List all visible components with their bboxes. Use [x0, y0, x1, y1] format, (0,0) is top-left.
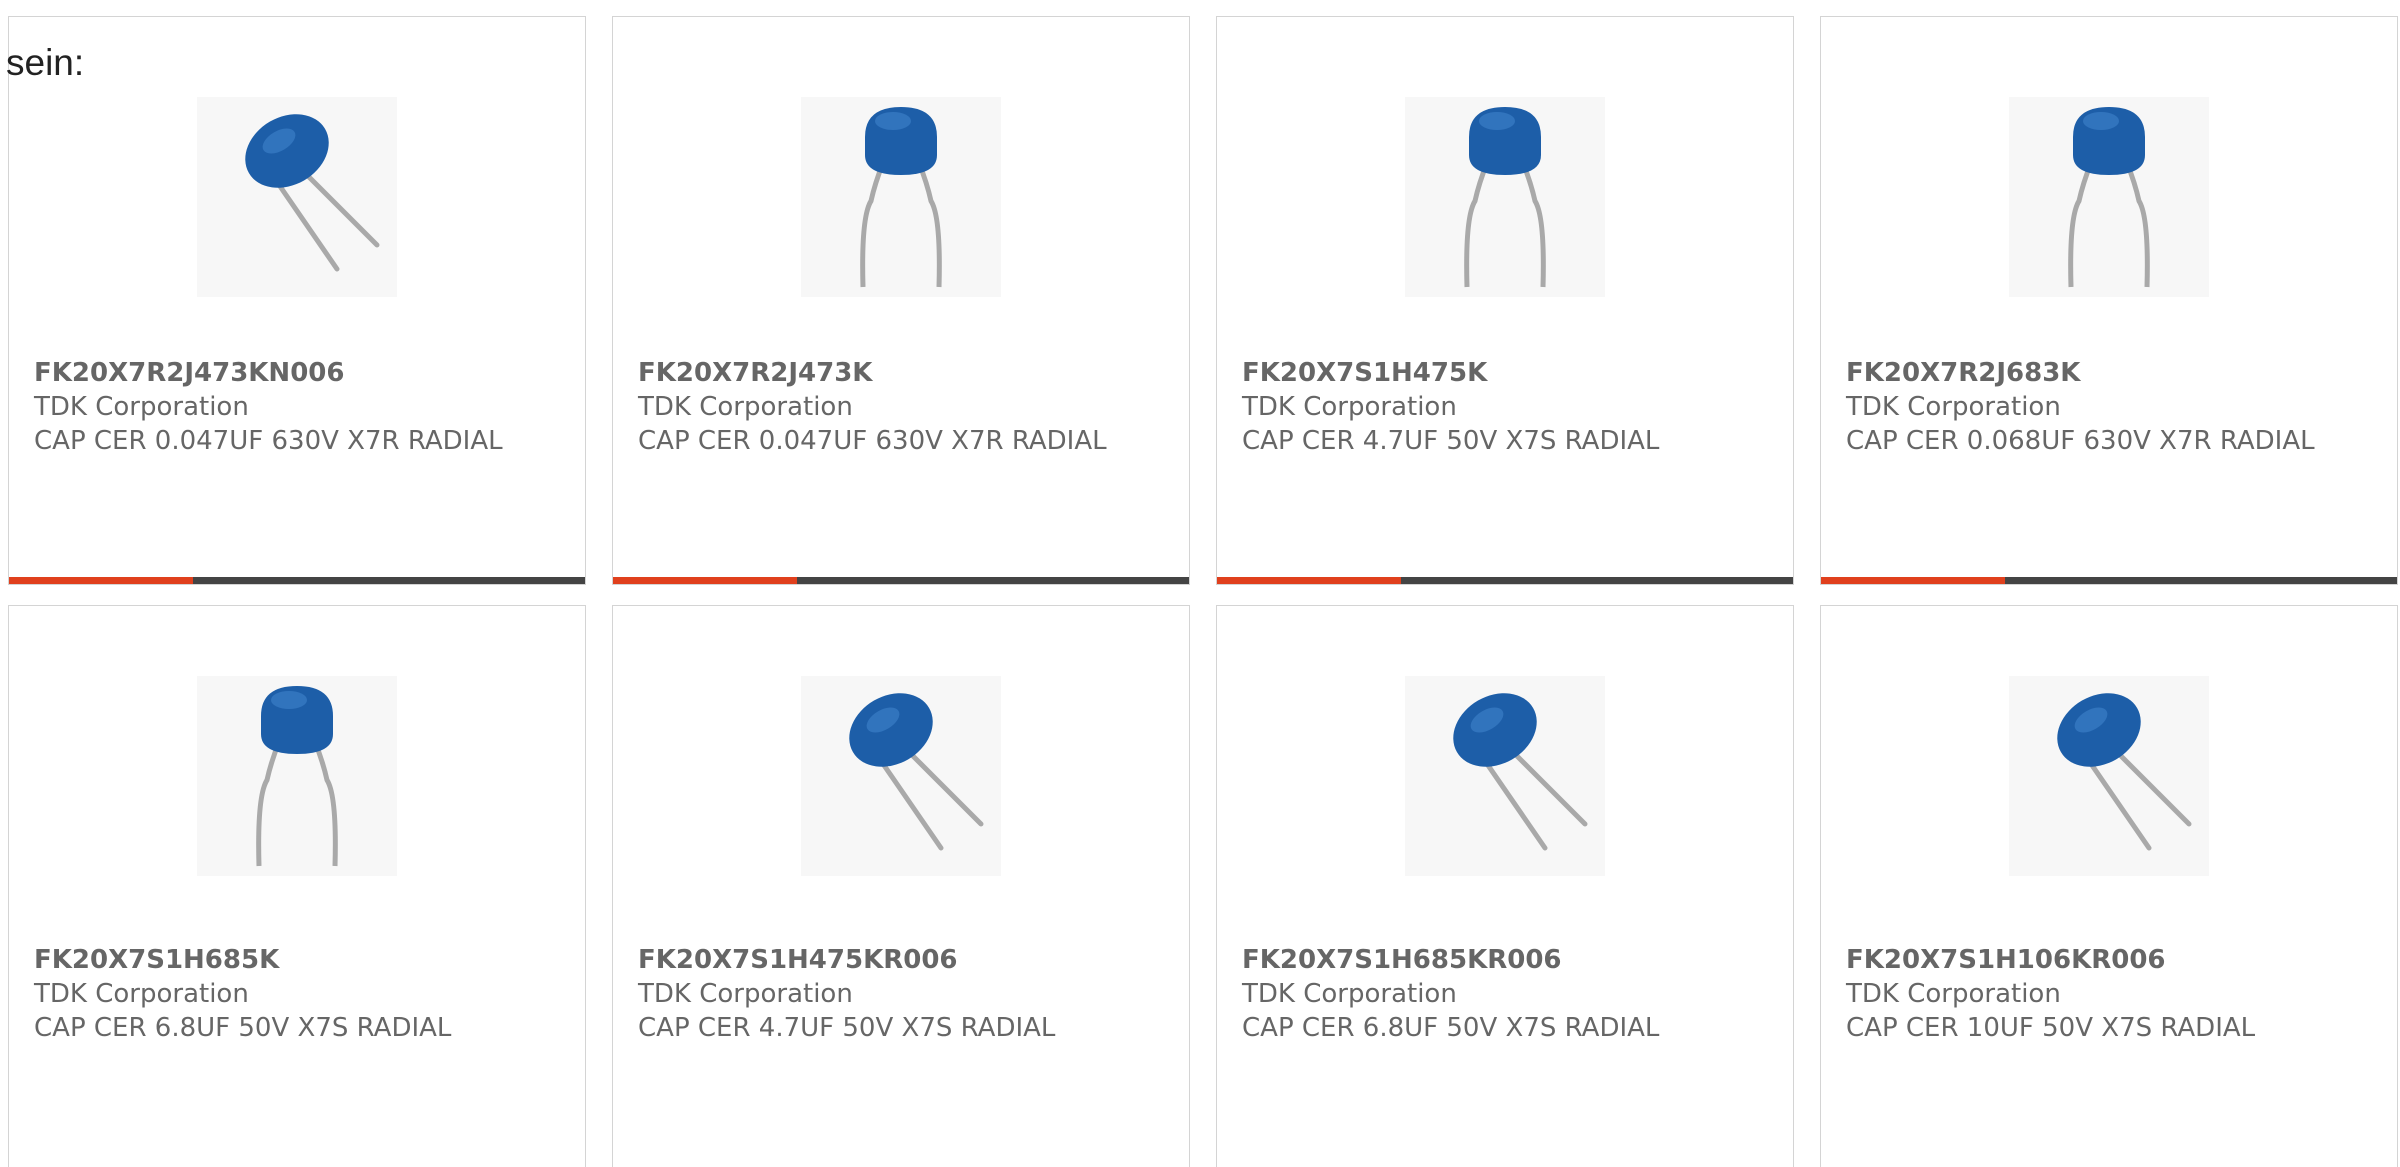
part-number-link[interactable]: FK20X7S1H475K: [1242, 356, 1773, 390]
manufacturer-name: TDK Corporation: [34, 979, 249, 1009]
capacitor-upright-icon: [801, 97, 1001, 297]
product-info: FK20X7S1H106KR006 TDK Corporation CAP CE…: [1846, 943, 2377, 1045]
product-info: FK20X7S1H685K TDK Corporation CAP CER 6.…: [34, 943, 565, 1045]
product-card[interactable]: FK20X7R2J683K TDK Corporation CAP CER 0.…: [1820, 16, 2398, 585]
product-card[interactable]: FK20X7S1H685K TDK Corporation CAP CER 6.…: [8, 605, 586, 1167]
progress-fill: [1217, 577, 1402, 584]
capacitor-upright-icon: [1405, 97, 1605, 297]
progress-fill: [613, 577, 798, 584]
manufacturer-name: TDK Corporation: [1242, 979, 1457, 1009]
part-number-link[interactable]: FK20X7S1H475KR006: [638, 943, 1169, 977]
product-info: FK20X7S1H685KR006 TDK Corporation CAP CE…: [1242, 943, 1773, 1045]
manufacturer-name: TDK Corporation: [1846, 392, 2061, 422]
capacitor-tilted-icon: [197, 97, 397, 297]
product-info: FK20X7R2J683K TDK Corporation CAP CER 0.…: [1846, 356, 2377, 458]
product-card[interactable]: FK20X7S1H475KR006 TDK Corporation CAP CE…: [612, 605, 1190, 1167]
product-card[interactable]: FK20X7S1H475K TDK Corporation CAP CER 4.…: [1216, 16, 1794, 585]
capacitor-tilted-icon: [801, 676, 1001, 876]
manufacturer-name: TDK Corporation: [1242, 392, 1457, 422]
product-description: CAP CER 10UF 50V X7S RADIAL: [1846, 1013, 2256, 1043]
product-card[interactable]: FK20X7R2J473K TDK Corporation CAP CER 0.…: [612, 16, 1190, 585]
product-description: CAP CER 6.8UF 50V X7S RADIAL: [1242, 1013, 1660, 1043]
product-card[interactable]: FK20X7S1H106KR006 TDK Corporation CAP CE…: [1820, 605, 2398, 1167]
progress-bar: [613, 577, 1189, 584]
progress-bar: [1821, 577, 2397, 584]
manufacturer-name: TDK Corporation: [638, 392, 853, 422]
part-number-link[interactable]: FK20X7S1H685K: [34, 943, 565, 977]
product-card[interactable]: FK20X7S1H685KR006 TDK Corporation CAP CE…: [1216, 605, 1794, 1167]
product-card[interactable]: FK20X7R2J473KN006 TDK Corporation CAP CE…: [8, 16, 586, 585]
part-number-link[interactable]: FK20X7R2J473K: [638, 356, 1169, 390]
product-info: FK20X7S1H475K TDK Corporation CAP CER 4.…: [1242, 356, 1773, 458]
part-number-link[interactable]: FK20X7R2J473KN006: [34, 356, 565, 390]
product-description: CAP CER 6.8UF 50V X7S RADIAL: [34, 1013, 452, 1043]
progress-bar: [1217, 577, 1793, 584]
progress-fill: [9, 577, 194, 584]
product-description: CAP CER 4.7UF 50V X7S RADIAL: [1242, 426, 1660, 456]
product-description: CAP CER 0.047UF 630V X7R RADIAL: [34, 426, 503, 456]
capacitor-tilted-icon: [1405, 676, 1605, 876]
manufacturer-name: TDK Corporation: [1846, 979, 2061, 1009]
manufacturer-name: TDK Corporation: [638, 979, 853, 1009]
manufacturer-name: TDK Corporation: [34, 392, 249, 422]
product-description: CAP CER 0.047UF 630V X7R RADIAL: [638, 426, 1107, 456]
product-description: CAP CER 0.068UF 630V X7R RADIAL: [1846, 426, 2315, 456]
capacitor-tilted-icon: [2009, 676, 2209, 876]
part-number-link[interactable]: FK20X7S1H685KR006: [1242, 943, 1773, 977]
capacitor-upright-icon: [2009, 97, 2209, 297]
intro-text: sein:: [6, 42, 85, 83]
product-info: FK20X7R2J473KN006 TDK Corporation CAP CE…: [34, 356, 565, 458]
product-description: CAP CER 4.7UF 50V X7S RADIAL: [638, 1013, 1056, 1043]
product-grid-page: sein: FK20X7R2J473KN006 TDK Corporation …: [0, 0, 2400, 1167]
product-info: FK20X7S1H475KR006 TDK Corporation CAP CE…: [638, 943, 1169, 1045]
product-info: FK20X7R2J473K TDK Corporation CAP CER 0.…: [638, 356, 1169, 458]
progress-fill: [1821, 577, 2006, 584]
part-number-link[interactable]: FK20X7R2J683K: [1846, 356, 2377, 390]
progress-bar: [9, 577, 585, 584]
part-number-link[interactable]: FK20X7S1H106KR006: [1846, 943, 2377, 977]
capacitor-upright-icon: [197, 676, 397, 876]
